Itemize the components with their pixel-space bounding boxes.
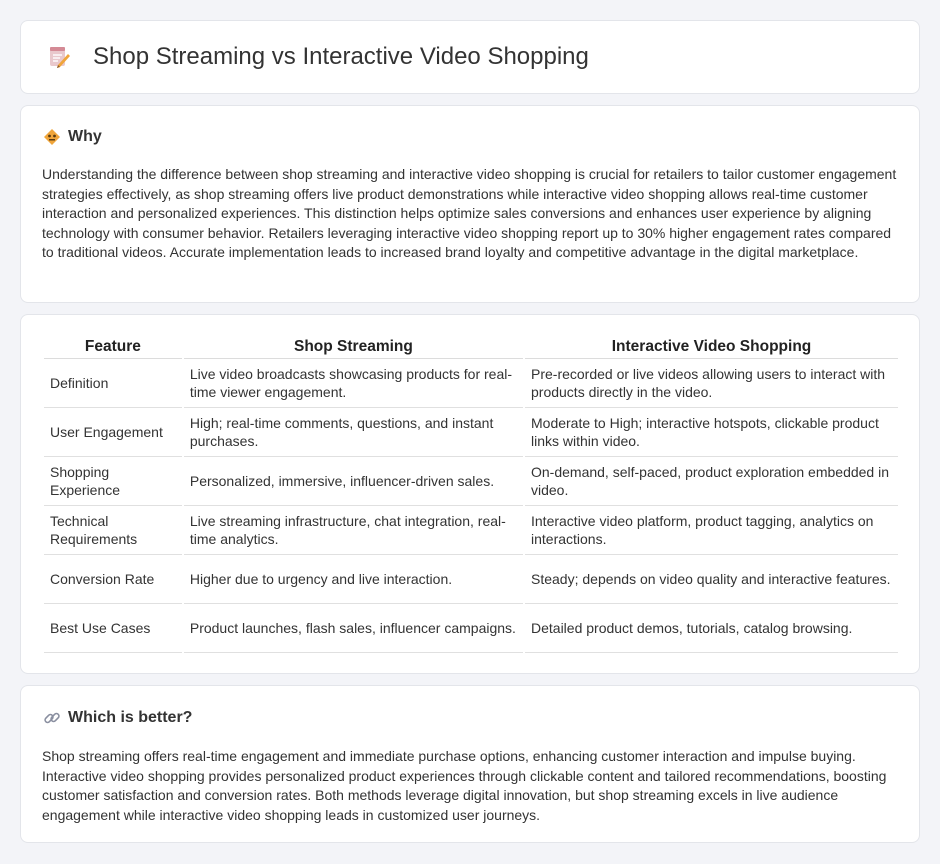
table-row: Best Use Cases Product launches, flash s… bbox=[44, 604, 898, 653]
feature-cell: Conversion Rate bbox=[44, 555, 182, 604]
interactive-video-cell: Moderate to High; interactive hotspots, … bbox=[525, 408, 898, 457]
notepad-pencil-icon bbox=[50, 47, 70, 68]
table-row: Definition Live video broadcasts showcas… bbox=[44, 359, 898, 408]
title-card: Shop Streaming vs Interactive Video Shop… bbox=[20, 20, 920, 94]
shop-streaming-cell: Personalized, immersive, influencer-driv… bbox=[183, 457, 523, 506]
table-header-row: Feature Shop Streaming Interactive Video… bbox=[44, 335, 898, 359]
interactive-video-cell: On-demand, self-paced, product explorati… bbox=[525, 457, 898, 506]
diamond-warning-icon bbox=[44, 129, 60, 145]
why-heading-row: Why bbox=[43, 128, 102, 146]
better-heading-row: Which is better? bbox=[43, 709, 192, 727]
interactive-video-cell: Interactive video platform, product tagg… bbox=[525, 506, 898, 555]
page-title: Shop Streaming vs Interactive Video Shop… bbox=[93, 43, 589, 70]
why-heading: Why bbox=[68, 128, 102, 145]
why-section: Why Understanding the difference between… bbox=[20, 105, 920, 303]
interactive-video-cell: Steady; depends on video quality and int… bbox=[525, 555, 898, 604]
shop-streaming-cell: Higher due to urgency and live interacti… bbox=[183, 555, 523, 604]
column-header-feature: Feature bbox=[44, 335, 182, 359]
feature-cell: User Engagement bbox=[44, 408, 182, 457]
shop-streaming-cell: Live streaming infrastructure, chat inte… bbox=[183, 506, 523, 555]
comparison-table: Feature Shop Streaming Interactive Video… bbox=[42, 335, 900, 653]
feature-cell: Shopping Experience bbox=[44, 457, 182, 506]
column-header-interactive-video: Interactive Video Shopping bbox=[525, 335, 898, 359]
why-text: Understanding the difference between sho… bbox=[42, 166, 897, 261]
shop-streaming-cell: Live video broadcasts showcasing product… bbox=[183, 359, 523, 408]
table-row: Shopping Experience Personalized, immers… bbox=[44, 457, 898, 506]
table-row: User Engagement High; real-time comments… bbox=[44, 408, 898, 457]
title-row: Shop Streaming vs Interactive Video Shop… bbox=[45, 43, 589, 71]
link-icon bbox=[44, 712, 60, 724]
interactive-video-cell: Pre-recorded or live videos allowing use… bbox=[525, 359, 898, 408]
better-text: Shop streaming offers real-time engageme… bbox=[42, 748, 887, 823]
feature-cell: Technical Requirements bbox=[44, 506, 182, 555]
feature-cell: Definition bbox=[44, 359, 182, 408]
better-heading: Which is better? bbox=[68, 709, 193, 726]
shop-streaming-cell: High; real-time comments, questions, and… bbox=[183, 408, 523, 457]
which-is-better-section: Which is better? Shop streaming offers r… bbox=[20, 685, 920, 843]
comparison-table-card: Feature Shop Streaming Interactive Video… bbox=[20, 314, 920, 674]
table-row: Conversion Rate Higher due to urgency an… bbox=[44, 555, 898, 604]
table-row: Technical Requirements Live streaming in… bbox=[44, 506, 898, 555]
interactive-video-cell: Detailed product demos, tutorials, catal… bbox=[525, 604, 898, 653]
shop-streaming-cell: Product launches, flash sales, influence… bbox=[183, 604, 523, 653]
column-header-shop-streaming: Shop Streaming bbox=[183, 335, 523, 359]
feature-cell: Best Use Cases bbox=[44, 604, 182, 653]
